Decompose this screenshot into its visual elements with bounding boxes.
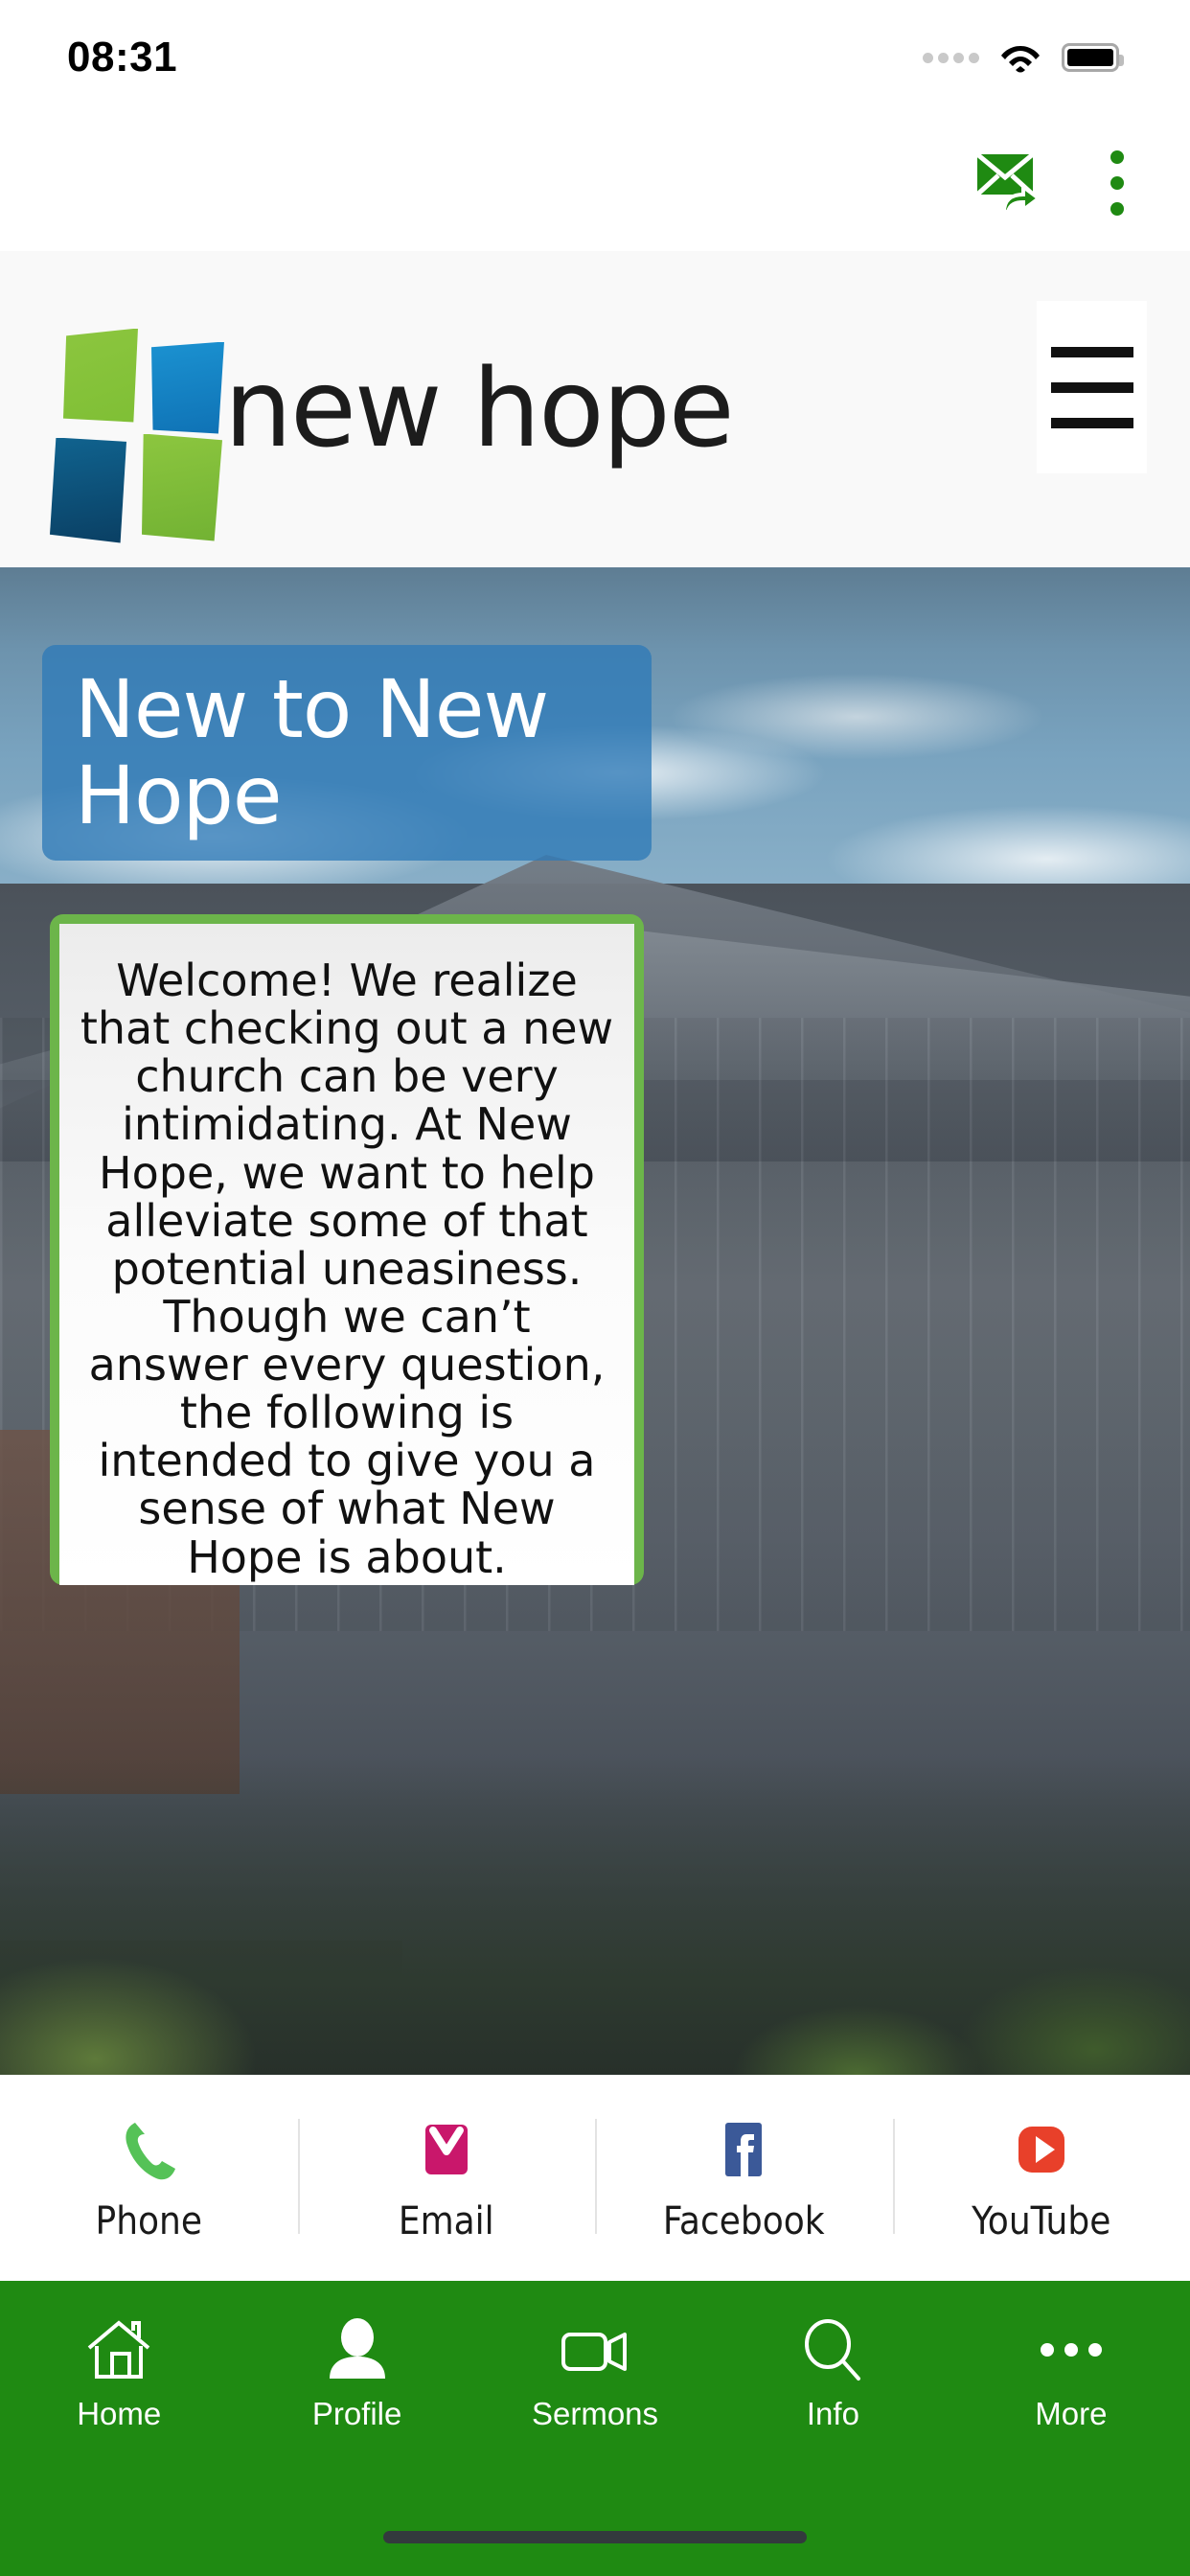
social-label: YouTube	[972, 2198, 1111, 2243]
new-hope-cross-logo[interactable]: new hope	[0, 321, 735, 543]
social-item-phone[interactable]: Phone	[0, 2075, 298, 2281]
page-title: New to New Hope	[75, 662, 549, 842]
social-item-facebook[interactable]: Facebook	[595, 2075, 893, 2281]
hero-section: New to New Hope Welcome! We realize that…	[0, 567, 1190, 2075]
status-time: 08:31	[67, 34, 178, 80]
logo-wordmark: new hope	[224, 347, 735, 472]
social-action-bar: Phone Email Facebook YouTube	[0, 2075, 1190, 2281]
signal-dots-icon	[923, 52, 979, 63]
wifi-icon	[1000, 42, 1041, 73]
tab-label: Profile	[311, 2396, 402, 2431]
video-camera-icon	[558, 2315, 632, 2384]
social-item-email[interactable]: Email	[297, 2075, 596, 2281]
app-action-row	[0, 115, 1190, 251]
tab-more[interactable]: More	[952, 2298, 1190, 2576]
hero-title-card: New to New Hope	[42, 645, 652, 861]
battery-full-icon	[1062, 43, 1124, 72]
overflow-menu-icon[interactable]	[1090, 150, 1144, 217]
status-bar: 08:31	[0, 0, 1190, 115]
tab-label: Home	[77, 2396, 162, 2431]
status-indicators	[923, 42, 1124, 73]
hamburger-menu-icon[interactable]	[1037, 301, 1147, 473]
tab-label: More	[1035, 2396, 1108, 2431]
home-indicator[interactable]	[383, 2531, 807, 2543]
social-item-youtube[interactable]: YouTube	[892, 2075, 1190, 2281]
home-icon	[81, 2315, 156, 2384]
person-icon	[320, 2315, 395, 2384]
facebook-icon	[707, 2113, 780, 2186]
brand-header: new hope	[0, 251, 1190, 567]
social-label: Facebook	[662, 2198, 825, 2243]
logo-mark-icon	[36, 321, 224, 543]
welcome-body-text: Welcome! We realize that checking out a …	[80, 954, 614, 1583]
phone-icon	[112, 2113, 185, 2186]
social-label: Phone	[95, 2198, 202, 2243]
tab-label: Info	[806, 2396, 859, 2431]
youtube-icon	[1005, 2113, 1078, 2186]
search-icon	[795, 2315, 870, 2384]
tab-home[interactable]: Home	[0, 2298, 238, 2576]
ellipsis-icon	[1034, 2315, 1109, 2384]
envelope-icon	[410, 2113, 483, 2186]
welcome-content-card: Welcome! We realize that checking out a …	[50, 914, 644, 1585]
social-label: Email	[398, 2198, 494, 2243]
share-email-icon[interactable]	[975, 152, 1044, 214]
tab-label: Sermons	[531, 2396, 659, 2431]
